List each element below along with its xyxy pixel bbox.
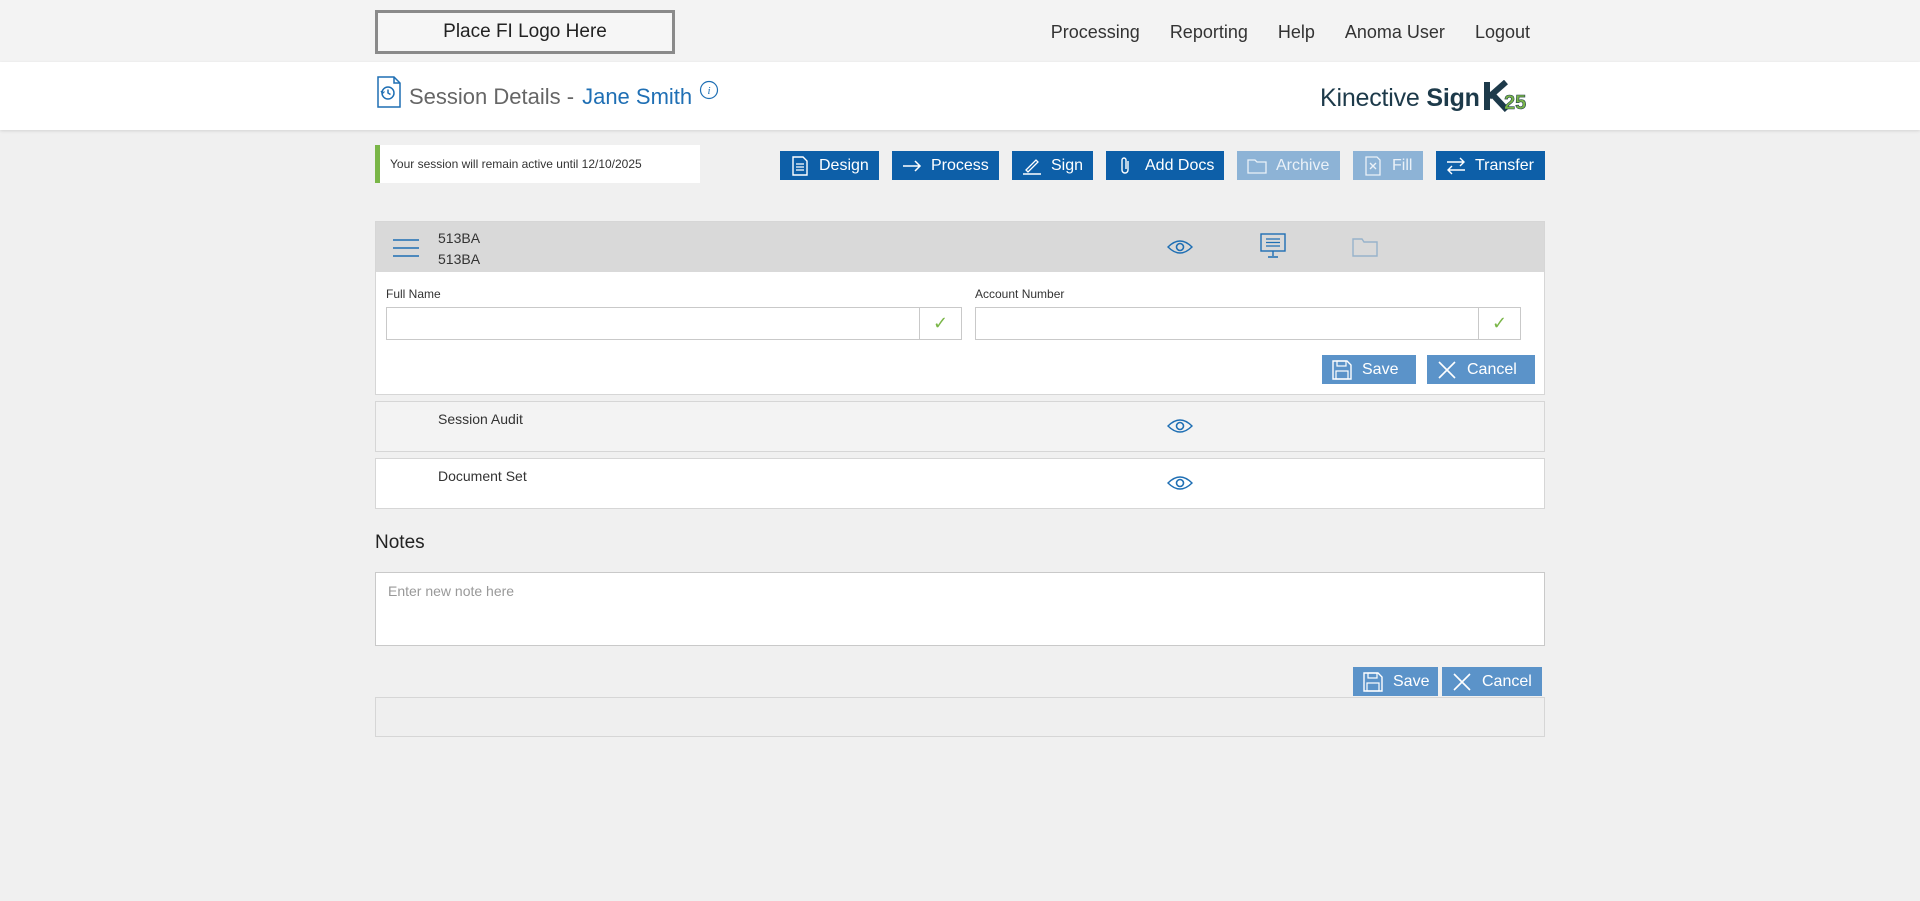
- full-name-check-icon[interactable]: ✓: [920, 307, 962, 340]
- full-name-label: Full Name: [386, 287, 441, 301]
- notes-cancel-button[interactable]: Cancel: [1442, 667, 1542, 696]
- account-number-label: Account Number: [975, 287, 1065, 301]
- nav-help[interactable]: Help: [1278, 22, 1315, 43]
- session-history-icon: [377, 76, 401, 108]
- design-icon: [792, 155, 808, 176]
- floppy-disk-icon: [1332, 359, 1352, 380]
- account-number-input[interactable]: [976, 308, 1478, 339]
- document-save-button[interactable]: Save: [1322, 355, 1416, 384]
- close-icon: [1453, 672, 1471, 691]
- document-cancel-button[interactable]: Cancel: [1427, 355, 1535, 384]
- notes-box: [375, 572, 1545, 646]
- folder-icon: [1352, 238, 1378, 257]
- archive-button[interactable]: Archive: [1237, 151, 1340, 180]
- floppy-disk-icon: [1363, 671, 1383, 692]
- top-bar: Place FI Logo Here Processing Reporting …: [0, 0, 1920, 62]
- document-cancel-label: Cancel: [1467, 360, 1517, 378]
- page-header: Session Details - Jane Smith i Kinective …: [0, 62, 1920, 130]
- full-name-input[interactable]: [387, 308, 919, 339]
- fill-label: Fill: [1392, 156, 1413, 174]
- session-audit-label: Session Audit: [438, 411, 523, 427]
- add-docs-button[interactable]: Add Docs: [1106, 151, 1224, 180]
- k25-logo-icon: 25: [1484, 80, 1527, 112]
- notes-input[interactable]: [376, 573, 1544, 645]
- transfer-label: Transfer: [1475, 156, 1534, 174]
- notes-cancel-label: Cancel: [1482, 672, 1532, 690]
- folder-icon: [1247, 158, 1267, 174]
- customer-name-link[interactable]: Jane Smith: [582, 84, 692, 109]
- sign-button[interactable]: Sign: [1012, 151, 1093, 180]
- design-button[interactable]: Design: [780, 151, 879, 180]
- fill-form-icon: [1365, 155, 1381, 176]
- sign-label: Sign: [1051, 156, 1084, 174]
- page-title: Session Details - Jane Smith: [409, 84, 692, 110]
- hamburger-menu-icon[interactable]: [393, 239, 419, 257]
- account-number-field[interactable]: [975, 307, 1479, 340]
- session-expiry-text: Your session will remain active until 12…: [390, 157, 642, 171]
- page-title-text: Session Details -: [409, 84, 575, 109]
- paperclip-icon: [1121, 156, 1129, 174]
- session-audit-row[interactable]: Session Audit: [375, 401, 1545, 452]
- svg-text:25: 25: [1504, 92, 1526, 112]
- notes-heading: Notes: [375, 532, 425, 553]
- transfer-arrows-icon: [1447, 157, 1465, 174]
- notes-list: [375, 697, 1545, 737]
- process-button[interactable]: Process: [892, 151, 999, 180]
- svg-text:i: i: [707, 85, 710, 97]
- document-panel: 513BA 513BA Full Name ✓ Account Number ✓…: [375, 221, 1545, 395]
- pen-icon: [1023, 158, 1041, 175]
- session-expiry-notice: Your session will remain active until 12…: [375, 145, 700, 183]
- brand-light: Kinective: [1320, 84, 1420, 112]
- document-set-row[interactable]: Document Set: [375, 458, 1545, 509]
- add-docs-label: Add Docs: [1145, 156, 1215, 174]
- nav-processing[interactable]: Processing: [1051, 22, 1140, 43]
- view-eye-icon[interactable]: [1167, 475, 1193, 491]
- document-subcode: 513BA: [438, 251, 481, 267]
- document-header: 513BA 513BA: [376, 222, 1544, 272]
- logo-text: Place FI Logo Here: [443, 21, 607, 42]
- process-label: Process: [931, 156, 989, 174]
- full-name-field[interactable]: [386, 307, 920, 340]
- document-save-label: Save: [1362, 360, 1399, 378]
- notes-save-label: Save: [1393, 672, 1430, 690]
- arrow-right-icon: [903, 159, 922, 172]
- close-icon: [1438, 360, 1456, 379]
- brand-bold: Sign: [1426, 84, 1480, 112]
- notes-save-button[interactable]: Save: [1353, 667, 1438, 696]
- fi-logo-placeholder: Place FI Logo Here: [375, 10, 675, 54]
- view-eye-icon[interactable]: [1167, 239, 1193, 255]
- transfer-button[interactable]: Transfer: [1436, 151, 1545, 180]
- document-set-label: Document Set: [438, 468, 527, 484]
- archive-label: Archive: [1276, 156, 1330, 174]
- fill-button[interactable]: Fill: [1353, 151, 1423, 180]
- monitor-icon[interactable]: [1260, 233, 1286, 259]
- brand-wordmark: Kinective Sign: [1320, 84, 1480, 113]
- document-code: 513BA: [438, 230, 481, 246]
- info-icon[interactable]: i: [699, 80, 719, 100]
- top-nav: Processing Reporting Help Anoma User Log…: [1051, 22, 1530, 43]
- nav-reporting[interactable]: Reporting: [1170, 22, 1248, 43]
- nav-logout[interactable]: Logout: [1475, 22, 1530, 43]
- view-eye-icon[interactable]: [1167, 418, 1193, 434]
- nav-user[interactable]: Anoma User: [1345, 22, 1445, 43]
- design-label: Design: [819, 156, 869, 174]
- account-number-check-icon[interactable]: ✓: [1479, 307, 1521, 340]
